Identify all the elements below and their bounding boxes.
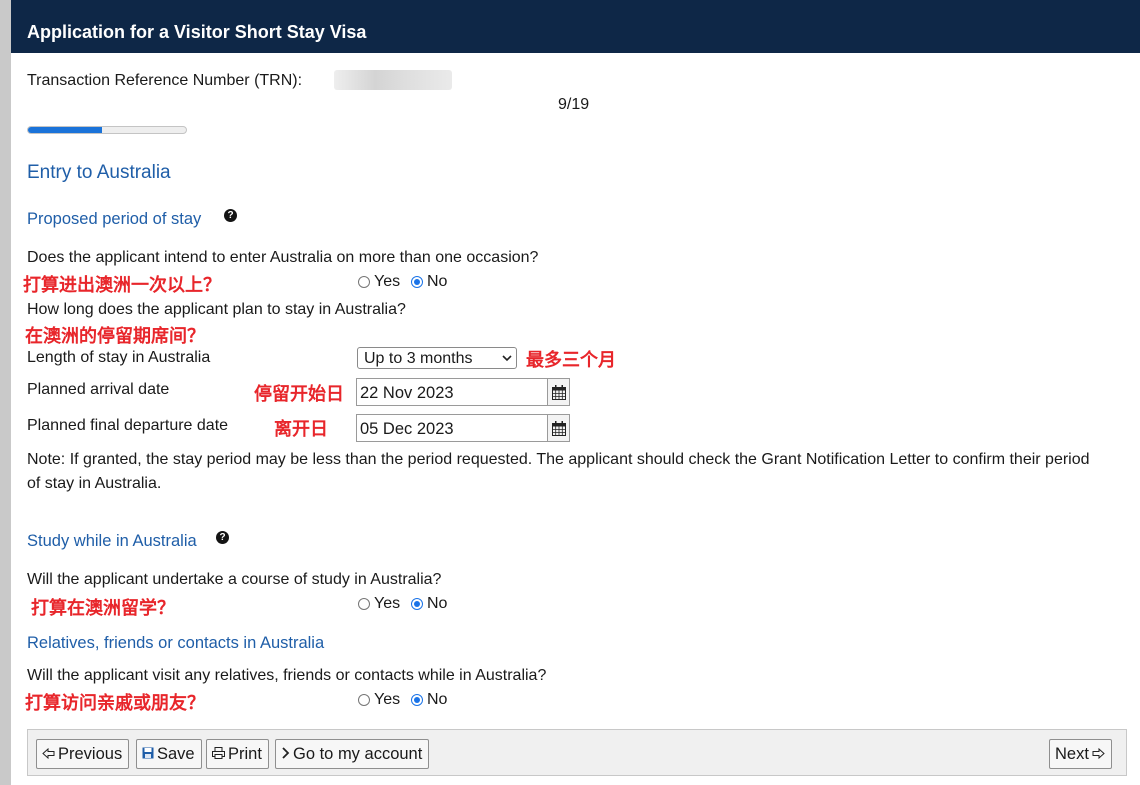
arrival-date-value: 22 Nov 2023 bbox=[360, 384, 454, 402]
arrow-right-icon bbox=[1092, 745, 1105, 764]
question-more-than-once: Does the applicant intend to enter Austr… bbox=[27, 249, 539, 266]
radio-label-yes: Yes bbox=[374, 273, 401, 290]
arrival-calendar-button[interactable] bbox=[547, 378, 570, 406]
radio-label-no: No bbox=[427, 595, 448, 612]
arrow-left-icon bbox=[42, 745, 55, 764]
left-border-strip bbox=[0, 0, 11, 785]
footer-toolbar: Previous Save Print Go to my account Nex… bbox=[27, 729, 1127, 776]
radio-label-yes: Yes bbox=[374, 691, 401, 708]
radio-label-yes: Yes bbox=[374, 595, 401, 612]
page-title: Application for a Visitor Short Stay Vis… bbox=[27, 22, 367, 42]
save-label: Save bbox=[157, 744, 195, 763]
chevron-right-icon bbox=[281, 745, 290, 764]
trn-value-redacted bbox=[334, 70, 452, 90]
length-of-stay-value: Up to 3 months bbox=[364, 350, 473, 367]
radio-study-yes[interactable] bbox=[358, 598, 370, 610]
radio-study-no[interactable] bbox=[411, 598, 423, 610]
previous-label: Previous bbox=[58, 744, 123, 763]
annotation-departure: 离开日 bbox=[274, 419, 328, 440]
length-of-stay-select[interactable]: Up to 3 months bbox=[357, 347, 517, 369]
departure-date-label: Planned final departure date bbox=[27, 417, 229, 434]
departure-calendar-button[interactable] bbox=[547, 414, 570, 442]
help-icon[interactable]: ? bbox=[224, 209, 237, 222]
go-to-account-button[interactable]: Go to my account bbox=[275, 739, 430, 769]
print-button[interactable]: Print bbox=[206, 739, 269, 769]
progress-bar bbox=[27, 126, 187, 134]
section-title-entry: Entry to Australia bbox=[27, 162, 171, 183]
radio-more-than-once-no[interactable] bbox=[411, 276, 423, 288]
annotation-arrival: 停留开始日 bbox=[254, 384, 344, 405]
page-header: Application for a Visitor Short Stay Vis… bbox=[11, 0, 1140, 53]
section-title-study: Study while in Australia bbox=[27, 532, 197, 550]
stay-period-note: Note: If granted, the stay period may be… bbox=[27, 451, 1090, 492]
annotation-study: 打算在澳洲留学？ bbox=[31, 598, 175, 619]
help-icon[interactable]: ? bbox=[216, 531, 229, 544]
previous-button[interactable]: Previous bbox=[36, 739, 130, 769]
length-of-stay-label: Length of stay in Australia bbox=[27, 349, 211, 366]
radio-more-than-once-yes[interactable] bbox=[358, 276, 370, 288]
calendar-icon bbox=[552, 421, 566, 436]
next-label: Next bbox=[1055, 744, 1089, 763]
annotation-how-long: 在澳洲的停留期席间？ bbox=[25, 326, 205, 347]
departure-date-value: 05 Dec 2023 bbox=[360, 420, 454, 438]
go-to-account-label: Go to my account bbox=[293, 744, 423, 763]
calendar-icon bbox=[552, 385, 566, 400]
radio-label-no: No bbox=[427, 691, 448, 708]
departure-date-input[interactable]: 05 Dec 2023 bbox=[356, 414, 548, 442]
radio-label-no: No bbox=[427, 273, 448, 290]
annotation-length: 最多三个月 bbox=[526, 350, 616, 371]
chevron-down-icon bbox=[502, 355, 512, 362]
arrival-date-input[interactable]: 22 Nov 2023 bbox=[356, 378, 548, 406]
print-label: Print bbox=[228, 744, 262, 763]
progress-text: 9/19 bbox=[558, 96, 590, 113]
arrival-date-label: Planned arrival date bbox=[27, 381, 170, 398]
section-title-period: Proposed period of stay bbox=[27, 210, 202, 228]
radio-relatives-yes[interactable] bbox=[358, 694, 370, 706]
print-icon bbox=[212, 745, 225, 764]
trn-label: Transaction Reference Number (TRN): bbox=[27, 72, 303, 89]
question-study: Will the applicant undertake a course of… bbox=[27, 571, 442, 588]
progress-bar-fill bbox=[28, 127, 103, 133]
save-button[interactable]: Save bbox=[136, 739, 202, 769]
annotation-more-than-once: 打算进出澳洲一次以上？ bbox=[23, 275, 221, 296]
next-button[interactable]: Next bbox=[1049, 739, 1112, 769]
annotation-relatives: 打算访问亲戚或朋友？ bbox=[25, 693, 205, 714]
radio-relatives-no[interactable] bbox=[411, 694, 423, 706]
section-title-relatives: Relatives, friends or contacts in Austra… bbox=[27, 634, 325, 652]
save-icon bbox=[142, 745, 154, 764]
question-relatives: Will the applicant visit any relatives, … bbox=[27, 667, 547, 684]
question-how-long: How long does the applicant plan to stay… bbox=[27, 301, 406, 318]
